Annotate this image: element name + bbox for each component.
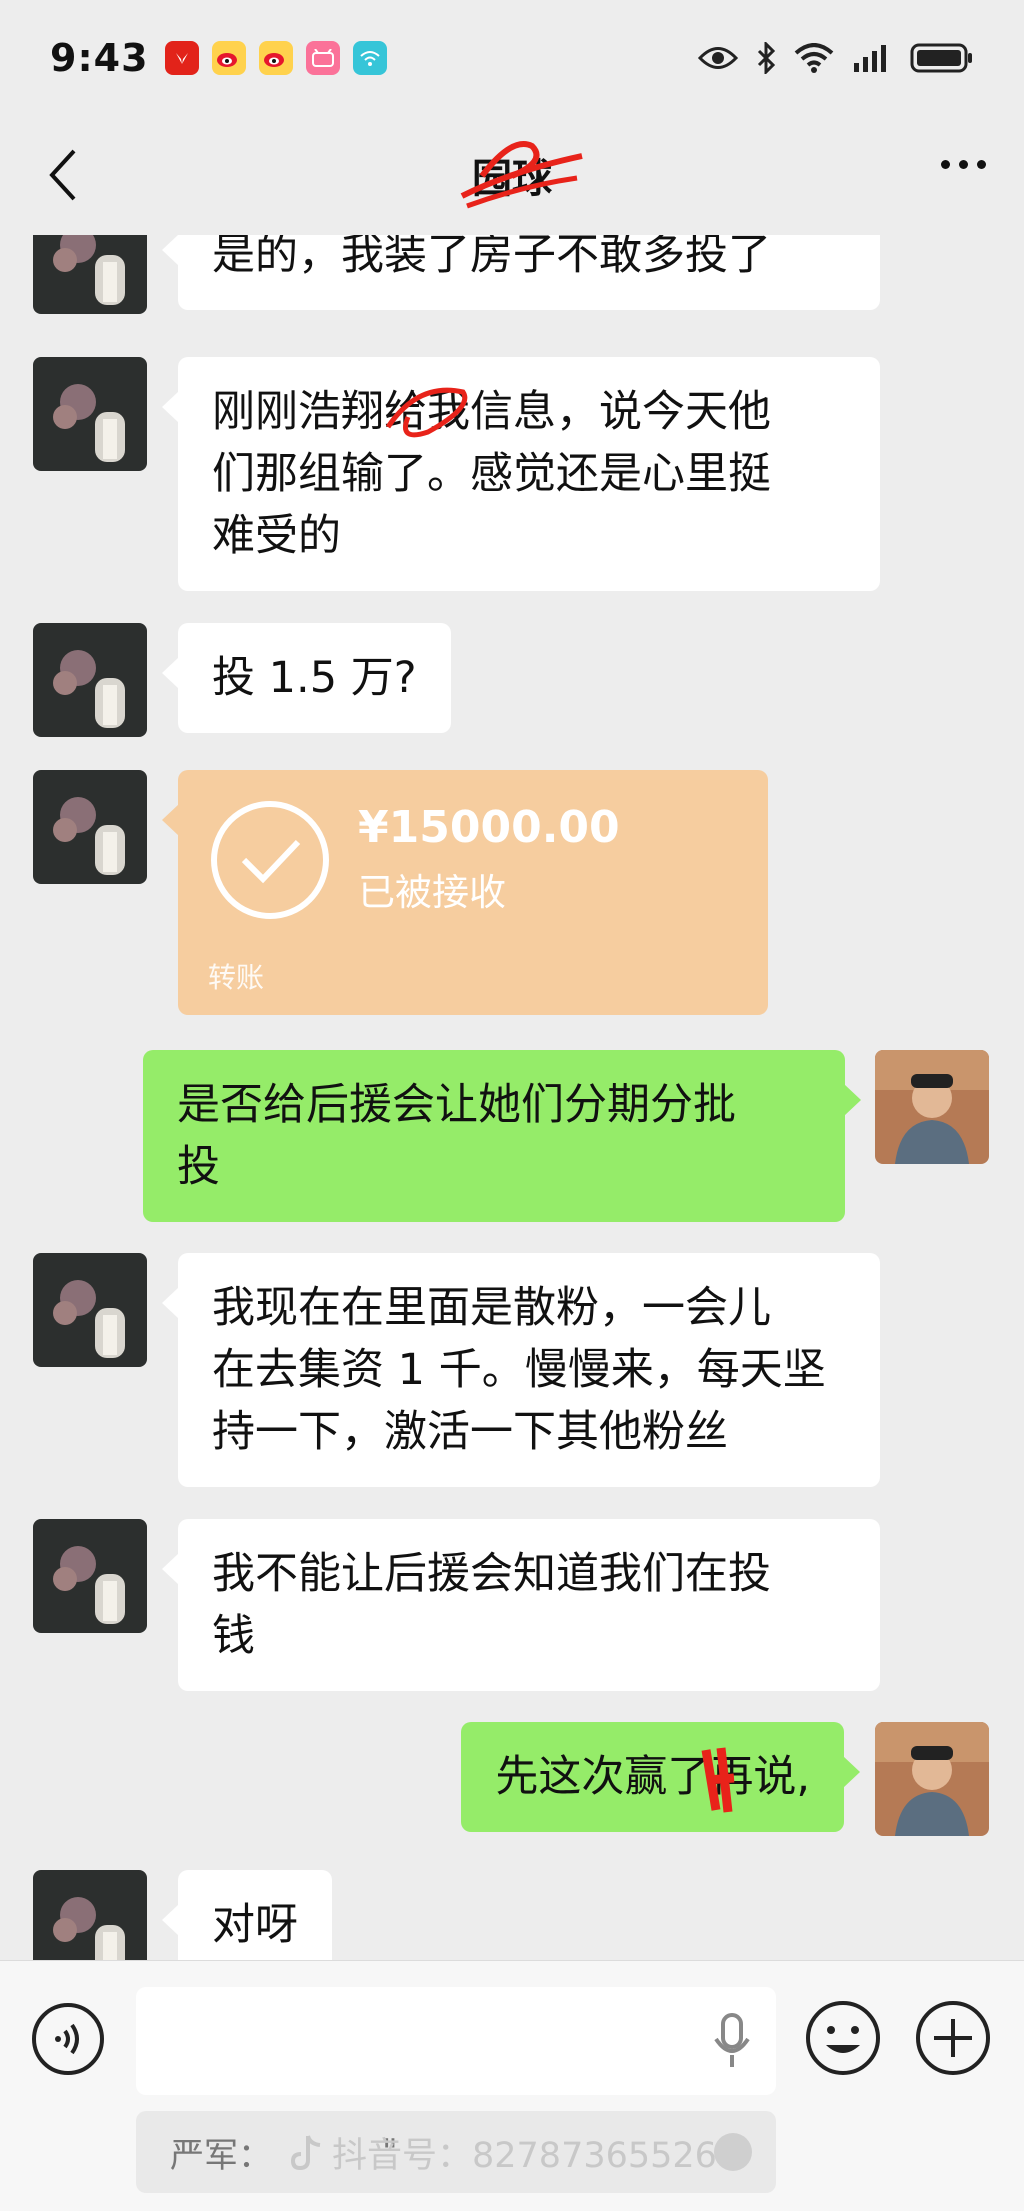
user-avatar[interactable] bbox=[875, 1050, 989, 1164]
redaction-scribble bbox=[701, 1747, 735, 1813]
bilibili-icon bbox=[305, 40, 340, 75]
message-text: 是否给后援会让她们分期分批 bbox=[177, 1080, 736, 1130]
message-bubble[interactable]: 刚刚浩翔给我信息，说今天他 们那组输了。感觉还是心里挺 难受的 bbox=[162, 357, 880, 591]
message-text: 投 bbox=[177, 1142, 220, 1192]
clear-quote-icon[interactable] bbox=[714, 2133, 752, 2171]
tiktok-logo-icon bbox=[290, 2134, 321, 2170]
emoji-icon[interactable] bbox=[804, 1999, 882, 2077]
message-list: 是的，我装了房子不敢多投了 刚刚浩翔给我信息，说今天他 们那组输了。感觉还是心里… bbox=[0, 235, 1024, 1960]
message-text: 在去集资 1 千。慢慢来，每天坚 bbox=[212, 1345, 826, 1395]
message-text: 难受的 bbox=[212, 511, 341, 561]
watermark-text: 抖音号：82787365526 bbox=[332, 2136, 717, 2176]
wifi-app-icon bbox=[352, 40, 387, 75]
weibo-icon bbox=[258, 40, 293, 75]
notification-icons bbox=[164, 40, 387, 75]
message-text: 先这次赢了再说, bbox=[495, 1752, 810, 1802]
user-avatar[interactable] bbox=[875, 1722, 989, 1836]
contact-avatar[interactable] bbox=[33, 770, 147, 884]
message-text: 刚刚浩翔给我信息，说今天他 bbox=[212, 387, 771, 437]
message-bubble[interactable]: 投 1.5 万? bbox=[162, 623, 451, 733]
signal-icon bbox=[854, 44, 886, 72]
message-bubble[interactable]: 对呀 bbox=[162, 1870, 332, 1960]
transfer-status: 已被接收 bbox=[358, 871, 506, 914]
weibo-icon bbox=[211, 40, 246, 75]
check-circle-icon bbox=[211, 801, 329, 919]
chat-header: 园球 bbox=[0, 115, 1024, 235]
contact-avatar[interactable] bbox=[33, 1870, 147, 1960]
mic-icon[interactable] bbox=[712, 2011, 752, 2071]
watermark: 抖音号：82787365526 bbox=[290, 2127, 717, 2178]
more-dots-icon[interactable] bbox=[941, 160, 986, 169]
transfer-amount: ¥15000.00 bbox=[358, 802, 620, 853]
message-bubble[interactable]: 是的，我装了房子不敢多投了 bbox=[162, 235, 880, 310]
transfer-card[interactable]: ¥15000.00 已被接收 转账 bbox=[162, 770, 768, 1015]
contact-avatar[interactable] bbox=[33, 235, 147, 314]
message-input[interactable] bbox=[136, 1987, 776, 2095]
contact-avatar[interactable] bbox=[33, 623, 147, 737]
message-bubble[interactable]: 是否给后援会让她们分期分批 投 bbox=[143, 1050, 861, 1222]
message-text: 我现在在里面是散粉，一会儿 bbox=[212, 1283, 771, 1333]
contact-avatar[interactable] bbox=[33, 1253, 147, 1367]
message-text: 们那组输了。感觉还是心里挺 bbox=[212, 449, 771, 499]
wifi-icon bbox=[794, 42, 834, 73]
message-text: 我不能让后援会知道我们在投 bbox=[212, 1549, 771, 1599]
back-chevron-icon[interactable] bbox=[40, 145, 88, 205]
message-text: 是的，我装了房子不敢多投了 bbox=[212, 235, 771, 280]
status-bar: 9:43 bbox=[0, 0, 1024, 115]
redaction-scribble bbox=[385, 387, 468, 438]
eye-icon bbox=[698, 46, 738, 69]
contact-avatar[interactable] bbox=[33, 1519, 147, 1633]
chat-title: 园球 bbox=[460, 141, 583, 209]
message-text: 对呀 bbox=[212, 1900, 298, 1950]
voice-icon[interactable] bbox=[30, 2001, 106, 2077]
huawei-app-icon bbox=[164, 40, 199, 75]
message-text: 投 1.5 万? bbox=[212, 653, 417, 703]
bluetooth-icon bbox=[757, 41, 776, 74]
contact-avatar[interactable] bbox=[33, 357, 147, 471]
plus-icon[interactable] bbox=[914, 1999, 992, 2077]
message-text: 钱 bbox=[212, 1611, 255, 1661]
status-time: 9:43 bbox=[50, 35, 149, 80]
battery-icon bbox=[910, 43, 972, 72]
redaction-scribble bbox=[460, 141, 583, 209]
transfer-label: 转账 bbox=[208, 961, 265, 994]
message-bubble[interactable]: 我现在在里面是散粉，一会儿 在去集资 1 千。慢慢来，每天坚 持一下，激活一下其… bbox=[162, 1253, 880, 1487]
message-bubble[interactable]: 我不能让后援会知道我们在投 钱 bbox=[162, 1519, 880, 1691]
quote-text: 严军： bbox=[170, 2135, 272, 2176]
message-bubble[interactable]: 先这次赢了再说, bbox=[461, 1722, 860, 1832]
message-text: 持一下，激活一下其他粉丝 bbox=[212, 1407, 728, 1457]
